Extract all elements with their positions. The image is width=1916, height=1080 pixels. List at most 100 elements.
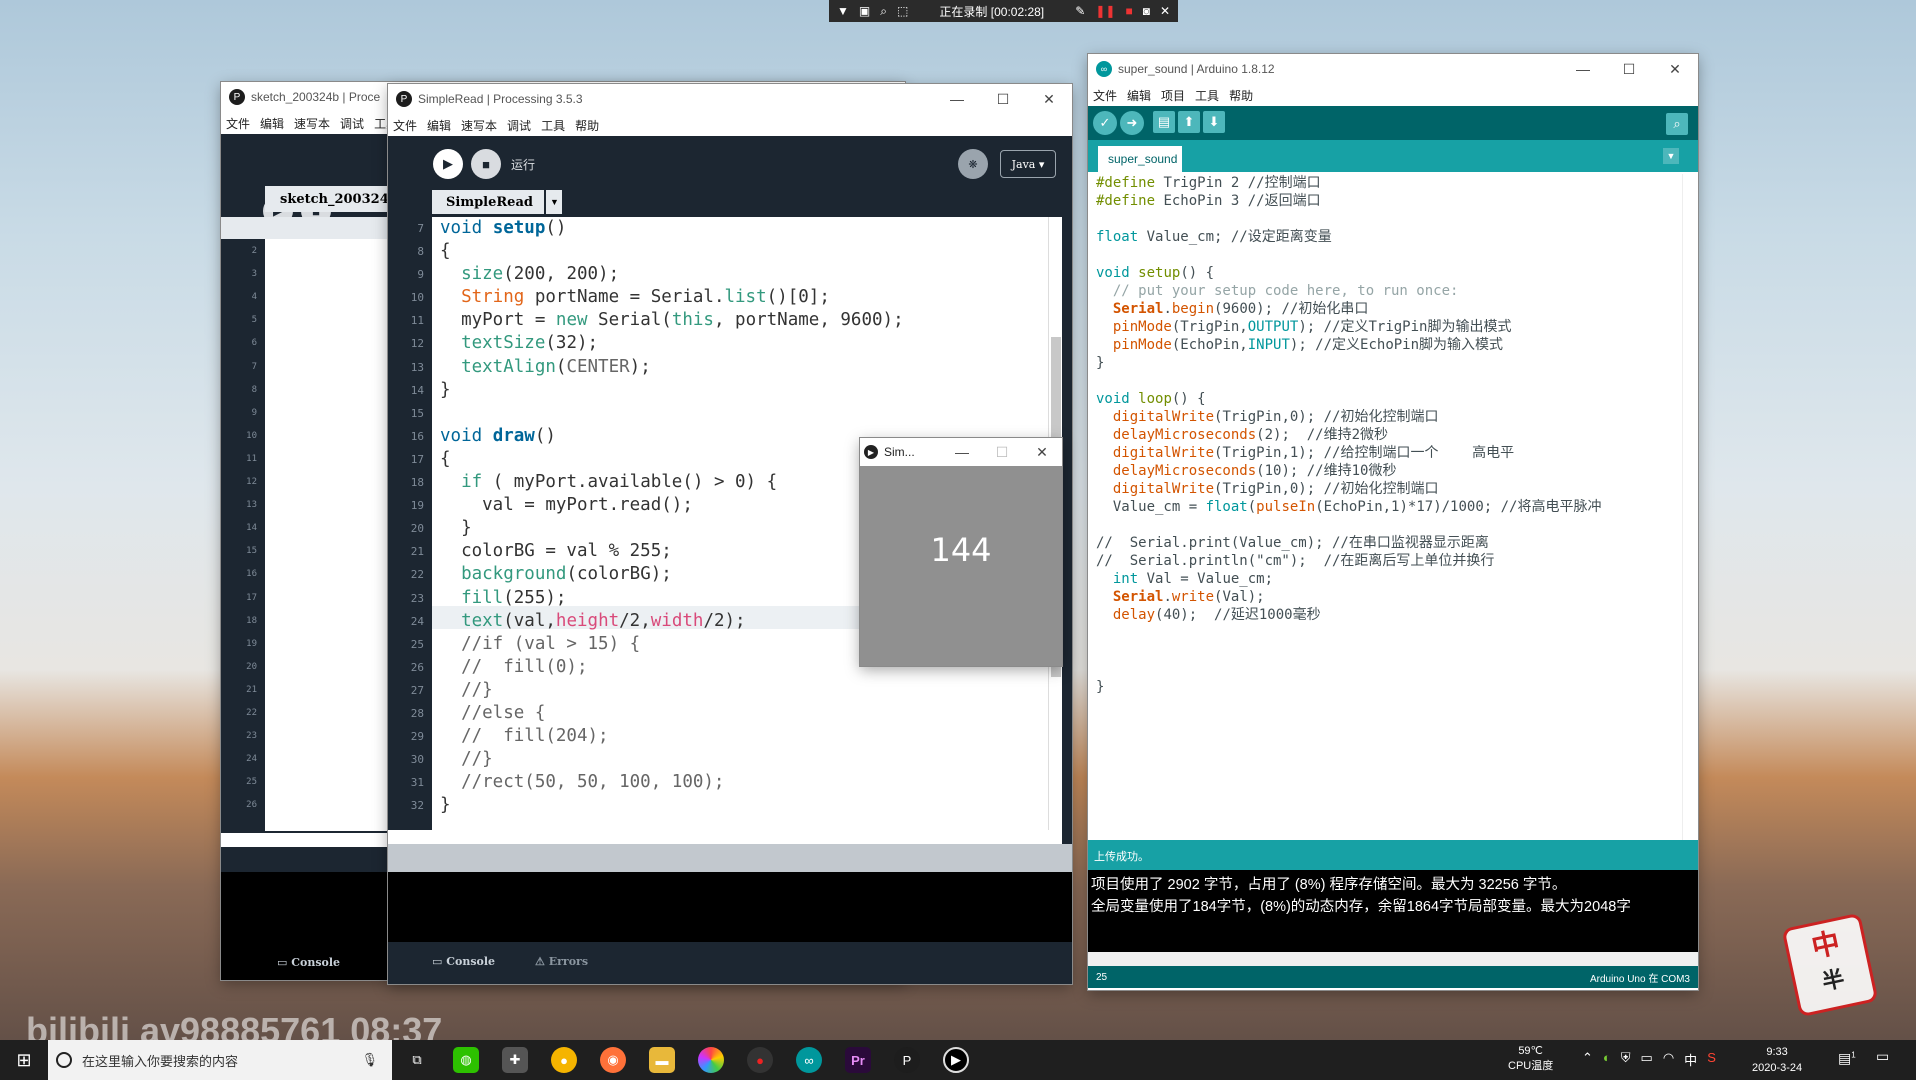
chevron-up-icon[interactable]: ⌃ [1582, 1050, 1593, 1069]
upload-button[interactable]: ➜ [1120, 111, 1144, 135]
network-icon[interactable]: ▭ [1641, 1050, 1653, 1069]
maximize-button[interactable]: ☐ [980, 84, 1026, 114]
scrollbar-vertical[interactable] [1682, 174, 1696, 864]
close-button[interactable]: ✕ [1022, 438, 1062, 466]
clock[interactable]: 9:33 2020-3-24 [1752, 1044, 1802, 1076]
window-title: Sim... [884, 445, 915, 459]
arduino-taskbar-icon[interactable]: ∞ [796, 1047, 822, 1073]
premiere-icon[interactable]: Pr [845, 1047, 871, 1073]
close-button[interactable]: ✕ [1652, 54, 1698, 84]
ime-indicator[interactable]: 中 [1684, 1050, 1697, 1069]
menu-edit[interactable]: 编辑 [1122, 87, 1156, 104]
sketch-output-window[interactable]: ▶ Sim... — ☐ ✕ 144 [860, 438, 1062, 666]
line-number: 12 [410, 337, 424, 351]
processing-taskbar-icon[interactable]: P [894, 1047, 920, 1073]
verify-button[interactable]: ✓ [1093, 111, 1117, 135]
dropdown-icon[interactable]: ▼ [837, 4, 849, 18]
start-button[interactable]: ⊞ [0, 1040, 48, 1080]
stop-icon[interactable]: ■ [1125, 4, 1132, 18]
menu-file[interactable]: 文件 [221, 115, 255, 132]
menu-debug[interactable]: 调试 [502, 117, 536, 134]
region-icon[interactable]: ⬚ [897, 4, 908, 18]
menu-file[interactable]: 文件 [1088, 87, 1122, 104]
color-app-icon[interactable] [698, 1047, 724, 1073]
wifi-icon[interactable]: ◠ [1663, 1050, 1674, 1069]
line-number: 5 [251, 315, 257, 326]
sketch-taskbar-icon[interactable]: ▶ [943, 1047, 969, 1073]
menu-sketch[interactable]: 项目 [1156, 87, 1190, 104]
run-button[interactable]: ▶ [433, 149, 463, 179]
minimize-button[interactable]: — [942, 438, 982, 466]
code-editor[interactable]: #define TrigPin 2 //控制端口 #define EchoPin… [1096, 174, 1674, 864]
minimize-button[interactable]: — [1560, 54, 1606, 84]
line-number: 24 [246, 754, 257, 765]
mode-select[interactable]: Java ▾ [1000, 150, 1056, 178]
line-number: 22 [410, 568, 424, 582]
line-number: 13 [410, 360, 424, 374]
menu-help[interactable]: 帮助 [570, 117, 604, 134]
tab-menu-button[interactable]: ▼ [1663, 148, 1679, 164]
save-button[interactable]: ⬇ [1203, 111, 1225, 133]
search-icon [56, 1052, 72, 1068]
pause-icon[interactable]: ❚❚ [1095, 4, 1115, 18]
editor-tab[interactable]: super_sound [1098, 146, 1182, 172]
stop-button[interactable]: ■ [471, 149, 501, 179]
maximize-button[interactable]: ☐ [982, 438, 1022, 466]
ime-mascot[interactable]: 中 半 [1781, 912, 1879, 1018]
errors-tab[interactable]: ⚠ Errors [535, 955, 588, 968]
search-icon[interactable]: ⌕ [880, 4, 887, 19]
new-button[interactable]: ▤ [1153, 111, 1175, 133]
recorder-icon[interactable]: ● [747, 1047, 773, 1073]
search-box[interactable]: 在这里输入你要搜索的内容 🎙 [48, 1040, 392, 1080]
close-button[interactable]: ✕ [1026, 84, 1072, 114]
browser-icon[interactable]: ● [551, 1047, 577, 1073]
close-icon[interactable]: ✕ [1160, 4, 1170, 18]
notification-icon[interactable]: ▤1 [1838, 1050, 1856, 1067]
menu-sketch[interactable]: 速写本 [289, 115, 335, 132]
menu-edit[interactable]: 编辑 [255, 115, 289, 132]
camera-icon[interactable]: ◙ [1143, 4, 1150, 18]
console-tab[interactable]: ▭ Console [432, 955, 495, 968]
line-number: 17 [246, 592, 257, 603]
line-number: 7 [417, 222, 424, 235]
line-number: 20 [246, 661, 257, 672]
sogou-icon[interactable]: S [1707, 1050, 1716, 1069]
tab-menu-button[interactable]: ▼ [546, 190, 562, 214]
arduino-output[interactable]: 项目使用了 2902 字节，占用了 (8%) 程序存储空间。最大为 32256 … [1088, 870, 1698, 952]
minimize-button[interactable]: — [934, 84, 980, 114]
line-number: 23 [246, 731, 257, 742]
menu-file[interactable]: 文件 [388, 117, 422, 134]
show-desktop-icon[interactable]: ▭ [1876, 1048, 1889, 1065]
menu-sketch[interactable]: 速写本 [456, 117, 502, 134]
menu-edit[interactable]: 编辑 [422, 117, 456, 134]
microphone-icon[interactable]: 🎙 [361, 1052, 392, 1068]
wechat-icon[interactable]: ◍ [453, 1047, 479, 1073]
editor-tab[interactable]: sketch_200324b [265, 186, 405, 212]
task-view-icon[interactable]: ⧉ [404, 1047, 430, 1073]
tray-security-icon[interactable]: ⛨ [1621, 1050, 1631, 1069]
window-icon[interactable]: ▣ [859, 4, 870, 18]
menu-debug[interactable]: 调试 [335, 115, 369, 132]
calculator-icon[interactable]: ✚ [502, 1047, 528, 1073]
scrollbar-horizontal[interactable] [388, 830, 1062, 844]
editor-tab[interactable]: SimpleRead [432, 190, 544, 214]
serial-monitor-button[interactable]: ⌕ [1666, 113, 1688, 135]
console-tab[interactable]: ▭ Console [277, 956, 340, 969]
line-number: 32 [410, 799, 424, 813]
menu-help[interactable]: 帮助 [1224, 87, 1258, 104]
window-title: super_sound | Arduino 1.8.12 [1118, 62, 1275, 76]
firefox-icon[interactable]: ◉ [600, 1047, 626, 1073]
open-button[interactable]: ⬆ [1178, 111, 1200, 133]
line-number: 15 [410, 406, 424, 420]
debug-button[interactable]: ❋ [958, 149, 988, 179]
maximize-button[interactable]: ☐ [1606, 54, 1652, 84]
tray-app-icon[interactable]: ◐ [1603, 1050, 1611, 1069]
scrollbar-horizontal[interactable] [1088, 952, 1698, 966]
line-number: 30 [410, 753, 424, 767]
line-number: 11 [410, 314, 424, 328]
console-area[interactable] [388, 872, 1072, 942]
file-explorer-icon[interactable]: ▬ [649, 1047, 675, 1073]
menu-tools[interactable]: 工具 [536, 117, 570, 134]
menu-tools[interactable]: 工具 [1190, 87, 1224, 104]
pen-icon[interactable]: ✎ [1075, 4, 1085, 18]
